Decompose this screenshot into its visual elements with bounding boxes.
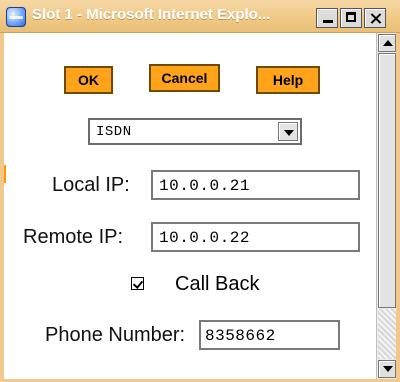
call-back-label: Call Back: [175, 273, 260, 295]
window-title: Slot 1 - Microsoft Internet Explo...: [32, 6, 271, 23]
remote-ip-value: 10.0.0.22: [159, 229, 250, 247]
scroll-thumb[interactable]: [378, 53, 396, 308]
title-bar[interactable]: Slot 1 - Microsoft Internet Explo...: [0, 0, 400, 33]
scroll-track[interactable]: [378, 309, 396, 359]
maximize-button[interactable]: [340, 8, 362, 28]
ie-icon: [6, 7, 26, 27]
phone-number-value: 8358662: [205, 327, 276, 345]
remote-ip-input[interactable]: 10.0.0.22: [151, 222, 360, 252]
window-frame-right: [396, 33, 400, 382]
dropdown-arrow-icon[interactable]: [278, 122, 298, 141]
help-button[interactable]: Help: [256, 66, 320, 94]
vertical-scrollbar[interactable]: [376, 33, 396, 379]
remote-ip-label: Remote IP:: [23, 226, 124, 248]
connection-type-select[interactable]: ISDN: [88, 118, 302, 145]
local-ip-value: 10.0.0.21: [159, 177, 250, 195]
checkmark-icon: [132, 278, 144, 289]
focus-marker: [4, 165, 6, 183]
connection-type-value: ISDN: [96, 124, 132, 140]
scroll-up-arrow-icon[interactable]: [378, 34, 396, 52]
minimize-button[interactable]: [316, 8, 338, 28]
phone-number-label: Phone Number:: [45, 324, 186, 346]
close-button[interactable]: [364, 8, 386, 28]
phone-number-input[interactable]: 8358662: [199, 320, 340, 350]
cancel-button[interactable]: Cancel: [149, 64, 220, 92]
local-ip-label: Local IP:: [52, 174, 130, 196]
call-back-checkbox[interactable]: [131, 277, 144, 290]
local-ip-input[interactable]: 10.0.0.21: [151, 170, 360, 200]
ok-button[interactable]: OK: [64, 66, 113, 94]
scroll-down-arrow-icon[interactable]: [378, 360, 396, 378]
